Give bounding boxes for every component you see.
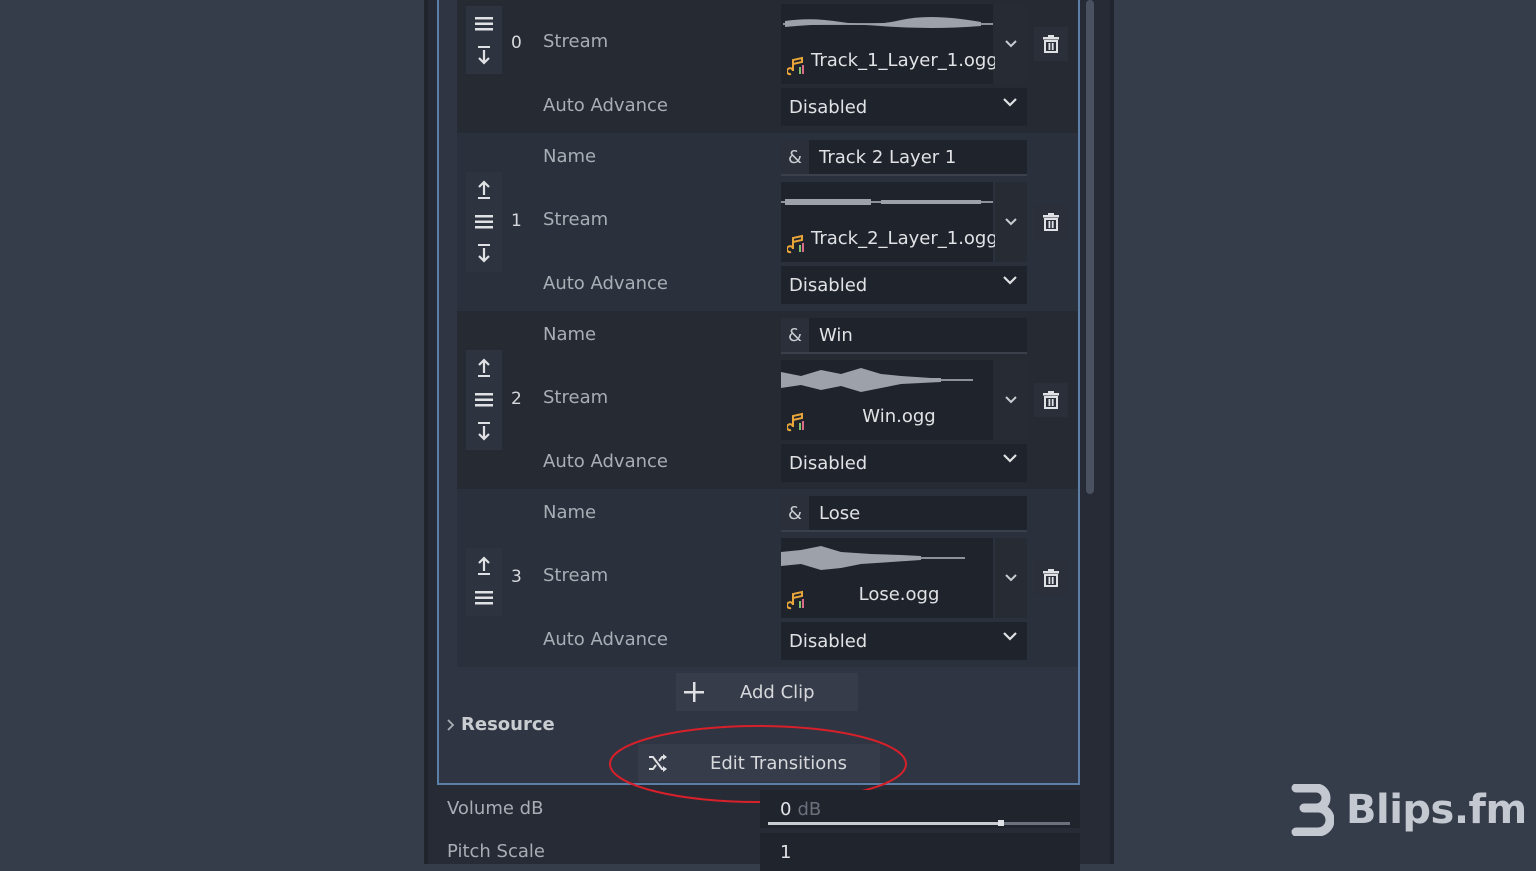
stream-label: Stream <box>543 31 609 52</box>
plus-icon <box>684 682 704 702</box>
volume-db-unit: dB <box>797 798 822 820</box>
delete-clip-button[interactable] <box>1034 205 1068 239</box>
auto-advance-label: Auto Advance <box>543 629 668 650</box>
add-clip-label: Add Clip <box>740 681 815 703</box>
chevron-down-icon <box>1005 396 1017 404</box>
clip-name-field[interactable]: & Win <box>781 318 1027 354</box>
scrollbar[interactable] <box>1086 0 1094 494</box>
volume-db-value: 0 <box>780 798 792 820</box>
auto-advance-label: Auto Advance <box>543 95 668 116</box>
stream-picker[interactable]: Win.ogg <box>781 360 993 440</box>
waveform-preview <box>781 546 965 570</box>
clip-name-value: Lose <box>819 502 861 524</box>
clip-name-field[interactable]: & Lose <box>781 496 1027 532</box>
auto-advance-value: Disabled <box>789 452 868 474</box>
clip-index: 0 <box>511 33 522 53</box>
trash-icon <box>1043 391 1059 409</box>
drag-handle-icon[interactable] <box>466 384 502 416</box>
delete-clip-button[interactable] <box>1034 383 1068 417</box>
delete-clip-button[interactable] <box>1034 561 1068 595</box>
waveform-preview <box>781 199 993 205</box>
pitch-scale-value: 1 <box>780 841 792 863</box>
name-label: Name <box>543 502 597 523</box>
chevron-down-icon <box>1003 454 1017 463</box>
brand-name: Blips.fm <box>1346 787 1527 833</box>
chevron-right-icon <box>447 718 455 731</box>
resource-section-toggle[interactable]: Resource <box>447 714 555 735</box>
chevron-down-icon <box>1003 276 1017 285</box>
volume-slider-fill <box>768 822 1001 825</box>
stream-filename: Track_2_Layer_1.ogg <box>811 228 998 249</box>
chevron-down-icon <box>1005 40 1017 48</box>
stream-menu-button[interactable] <box>995 4 1027 84</box>
clip-index: 2 <box>511 389 522 409</box>
volume-db-label: Volume dB <box>447 798 544 819</box>
move-up-icon[interactable] <box>466 351 502 383</box>
drag-handle-icon[interactable] <box>466 8 502 40</box>
name-label: Name <box>543 146 597 167</box>
stream-label: Stream <box>543 565 609 586</box>
name-label: Name <box>543 324 597 345</box>
pitch-scale-label: Pitch Scale <box>447 841 545 862</box>
move-down-icon[interactable] <box>466 238 502 270</box>
move-up-icon[interactable] <box>466 173 502 205</box>
auto-advance-dropdown[interactable]: Disabled <box>781 266 1027 304</box>
auto-advance-dropdown[interactable]: Disabled <box>781 88 1027 126</box>
clip-name-field[interactable]: & Track 2 Layer 1 <box>781 140 1027 176</box>
stream-label: Stream <box>543 209 609 230</box>
waveform-preview <box>783 16 993 28</box>
stream-picker[interactable]: Track_1_Layer_1.ogg <box>781 4 998 84</box>
stream-label: Stream <box>543 387 609 408</box>
chevron-down-icon <box>1003 98 1017 107</box>
clip-name-value: Win <box>819 324 853 346</box>
clip-index: 3 <box>511 567 522 587</box>
auto-advance-label: Auto Advance <box>543 273 668 294</box>
panel-divider-left <box>424 0 428 864</box>
auto-advance-label: Auto Advance <box>543 451 668 472</box>
trash-icon <box>1043 213 1059 231</box>
chevron-down-icon <box>1003 632 1017 641</box>
audio-file-icon <box>787 590 804 610</box>
string-name-icon: & <box>781 140 809 174</box>
waveform-preview <box>781 368 973 392</box>
stream-filename: Track_1_Layer_1.ogg <box>811 50 998 71</box>
pitch-scale-field[interactable]: 1 <box>760 833 1080 871</box>
stream-menu-button[interactable] <box>995 360 1027 440</box>
stream-menu-button[interactable] <box>995 182 1027 262</box>
auto-advance-value: Disabled <box>789 274 868 296</box>
blips-logo-icon <box>1291 784 1334 836</box>
move-up-icon[interactable] <box>466 549 502 581</box>
clip-index: 1 <box>511 211 522 231</box>
auto-advance-value: Disabled <box>789 96 868 118</box>
add-clip-button[interactable]: Add Clip <box>676 673 858 711</box>
brand-watermark: Blips.fm <box>1290 784 1527 836</box>
stream-filename: Lose.ogg <box>858 584 940 605</box>
audio-file-icon <box>787 412 804 432</box>
volume-slider-handle[interactable] <box>997 820 1004 826</box>
panel-divider-right <box>1110 0 1114 864</box>
string-name-icon: & <box>781 496 809 530</box>
delete-clip-button[interactable] <box>1034 27 1068 61</box>
clip-name-value: Track 2 Layer 1 <box>819 146 957 168</box>
audio-file-icon <box>787 56 804 76</box>
string-name-icon: & <box>781 318 809 352</box>
stream-menu-button[interactable] <box>995 538 1027 618</box>
chevron-down-icon <box>1005 218 1017 226</box>
drag-handle-icon[interactable] <box>466 582 502 614</box>
audio-file-icon <box>787 234 804 254</box>
trash-icon <box>1043 35 1059 53</box>
stream-filename: Win.ogg <box>862 406 936 427</box>
move-down-icon[interactable] <box>466 416 502 448</box>
chevron-down-icon <box>1005 574 1017 582</box>
trash-icon <box>1043 569 1059 587</box>
auto-advance-dropdown[interactable]: Disabled <box>781 444 1027 482</box>
stream-picker[interactable]: Lose.ogg <box>781 538 993 618</box>
auto-advance-dropdown[interactable]: Disabled <box>781 622 1027 660</box>
resource-label: Resource <box>461 714 555 735</box>
auto-advance-value: Disabled <box>789 630 868 652</box>
move-down-icon[interactable] <box>466 40 502 72</box>
drag-handle-icon[interactable] <box>466 206 502 238</box>
stream-picker[interactable]: Track_2_Layer_1.ogg <box>781 182 998 262</box>
